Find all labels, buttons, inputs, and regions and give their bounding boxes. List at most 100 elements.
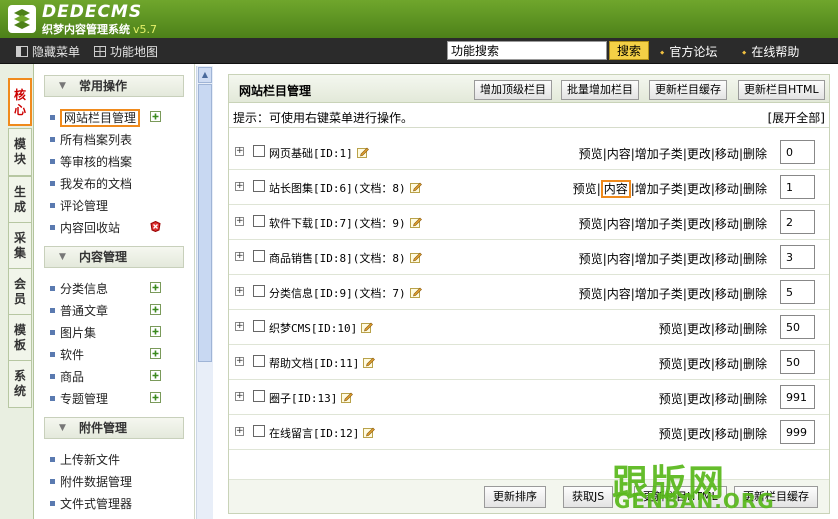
move-link[interactable]: 移动 bbox=[715, 357, 739, 371]
sort-order-input[interactable] bbox=[780, 385, 815, 409]
add-icon[interactable] bbox=[150, 392, 161, 403]
delete-link[interactable]: 删除 bbox=[743, 252, 767, 266]
preview-link[interactable]: 预览 bbox=[659, 392, 683, 406]
online-help-link[interactable]: ⬩ 在线帮助 bbox=[742, 43, 799, 60]
edit-link[interactable]: 更改 bbox=[687, 217, 711, 231]
content-link[interactable]: 内容 bbox=[607, 287, 631, 301]
move-link[interactable]: 移动 bbox=[715, 252, 739, 266]
menu-item-attachment-data[interactable]: 附件数据管理 bbox=[50, 473, 132, 490]
sort-order-input[interactable] bbox=[780, 140, 815, 164]
menu-item-pending-archives[interactable]: 等审核的档案 bbox=[50, 153, 132, 170]
sort-order-input[interactable] bbox=[780, 245, 815, 269]
edit-link[interactable]: 更改 bbox=[687, 322, 711, 336]
add-subcategory-link[interactable]: 增加子类 bbox=[635, 252, 683, 266]
tab-generate[interactable]: 生成 bbox=[8, 176, 32, 224]
menu-item-topics[interactable]: 专题管理 bbox=[50, 390, 108, 407]
edit-link[interactable]: 更改 bbox=[687, 427, 711, 441]
edit-icon[interactable] bbox=[341, 392, 354, 403]
move-link[interactable]: 移动 bbox=[715, 427, 739, 441]
category-name[interactable]: 商品销售[ID:8](文档：8) bbox=[269, 250, 422, 266]
add-top-category-button[interactable]: 增加顶级栏目 bbox=[474, 80, 552, 100]
preview-link[interactable]: 预览 bbox=[579, 147, 603, 161]
edit-link[interactable]: 更改 bbox=[687, 252, 711, 266]
row-checkbox[interactable] bbox=[253, 180, 265, 192]
menu-item-file-manager[interactable]: 文件式管理器 bbox=[50, 495, 132, 512]
edit-icon[interactable] bbox=[409, 182, 422, 193]
expand-plus-icon[interactable]: + bbox=[235, 427, 244, 436]
row-checkbox[interactable] bbox=[253, 215, 265, 227]
delete-link[interactable]: 删除 bbox=[743, 182, 767, 196]
add-icon[interactable] bbox=[150, 348, 161, 359]
move-link[interactable]: 移动 bbox=[715, 322, 739, 336]
sort-order-input[interactable] bbox=[780, 210, 815, 234]
menu-item-my-documents[interactable]: 我发布的文档 bbox=[50, 175, 132, 192]
update-category-html-button[interactable]: 更新栏目HTML bbox=[738, 80, 825, 100]
get-js-button[interactable]: 获取JS bbox=[563, 486, 614, 508]
edit-icon[interactable] bbox=[409, 217, 422, 228]
expand-plus-icon[interactable]: + bbox=[235, 182, 244, 191]
add-icon[interactable] bbox=[150, 111, 161, 122]
category-name[interactable]: 站长图集[ID:6](文档：8) bbox=[269, 180, 422, 196]
add-icon[interactable] bbox=[150, 370, 161, 381]
sidebar-scrollbar[interactable]: ▲ bbox=[196, 66, 213, 519]
move-link[interactable]: 移动 bbox=[715, 287, 739, 301]
move-link[interactable]: 移动 bbox=[715, 392, 739, 406]
category-name[interactable]: 网页基础[ID:1] bbox=[269, 145, 369, 161]
preview-link[interactable]: 预览 bbox=[659, 427, 683, 441]
update-sort-button[interactable]: 更新排序 bbox=[484, 486, 546, 508]
edit-icon[interactable] bbox=[356, 147, 369, 158]
menu-item-recycle-bin[interactable]: 内容回收站 bbox=[50, 219, 120, 236]
delete-link[interactable]: 删除 bbox=[743, 287, 767, 301]
clear-recycle-icon[interactable] bbox=[150, 221, 161, 232]
edit-link[interactable]: 更改 bbox=[687, 357, 711, 371]
menu-section-common[interactable]: ▼ 常用操作 bbox=[44, 75, 184, 97]
move-link[interactable]: 移动 bbox=[715, 147, 739, 161]
tab-members[interactable]: 会员 bbox=[8, 268, 32, 316]
sort-order-input[interactable] bbox=[780, 280, 815, 304]
tab-collect[interactable]: 采集 bbox=[8, 222, 32, 270]
menu-item-all-archives[interactable]: 所有档案列表 bbox=[50, 131, 132, 148]
add-icon[interactable] bbox=[150, 326, 161, 337]
batch-add-category-button[interactable]: 批量增加栏目 bbox=[561, 80, 639, 100]
category-name[interactable]: 分类信息[ID:9](文档：7) bbox=[269, 285, 422, 301]
menu-item-products[interactable]: 商品 bbox=[50, 368, 84, 385]
add-icon[interactable] bbox=[150, 304, 161, 315]
add-subcategory-link[interactable]: 增加子类 bbox=[635, 217, 683, 231]
expand-plus-icon[interactable]: + bbox=[235, 252, 244, 261]
edit-link[interactable]: 更改 bbox=[687, 182, 711, 196]
preview-link[interactable]: 预览 bbox=[579, 217, 603, 231]
scroll-thumb[interactable] bbox=[198, 84, 212, 362]
menu-item-upload-file[interactable]: 上传新文件 bbox=[50, 451, 120, 468]
delete-link[interactable]: 删除 bbox=[743, 427, 767, 441]
row-checkbox[interactable] bbox=[253, 320, 265, 332]
edit-icon[interactable] bbox=[363, 427, 376, 438]
row-checkbox[interactable] bbox=[253, 390, 265, 402]
delete-link[interactable]: 删除 bbox=[743, 217, 767, 231]
move-link[interactable]: 移动 bbox=[715, 217, 739, 231]
edit-icon[interactable] bbox=[363, 357, 376, 368]
menu-item-comments[interactable]: 评论管理 bbox=[50, 197, 108, 214]
footer-update-cache-button[interactable]: 更新栏目缓存 bbox=[734, 486, 818, 508]
function-map-button[interactable]: 功能地图 bbox=[94, 43, 158, 60]
footer-update-html-button[interactable]: 更新栏目HTML bbox=[634, 486, 727, 508]
preview-link[interactable]: 预览 bbox=[659, 322, 683, 336]
official-forum-link[interactable]: ⬩ 官方论坛 bbox=[660, 43, 717, 60]
tab-system[interactable]: 系统 bbox=[8, 360, 32, 408]
sort-order-input[interactable] bbox=[780, 420, 815, 444]
preview-link[interactable]: 预览 bbox=[579, 252, 603, 266]
row-checkbox[interactable] bbox=[253, 425, 265, 437]
expand-plus-icon[interactable]: + bbox=[235, 357, 244, 366]
category-name[interactable]: 圈子[ID:13] bbox=[269, 390, 354, 406]
sort-order-input[interactable] bbox=[780, 315, 815, 339]
update-category-cache-button[interactable]: 更新栏目缓存 bbox=[649, 80, 727, 100]
category-name[interactable]: 软件下载[ID:7](文档：9) bbox=[269, 215, 422, 231]
expand-plus-icon[interactable]: + bbox=[235, 322, 244, 331]
category-name[interactable]: 织梦CMS[ID:10] bbox=[269, 320, 374, 336]
add-subcategory-link[interactable]: 增加子类 bbox=[635, 182, 683, 196]
tab-core[interactable]: 核心 bbox=[8, 78, 32, 126]
scroll-up-arrow-icon[interactable]: ▲ bbox=[198, 67, 212, 83]
delete-link[interactable]: 删除 bbox=[743, 392, 767, 406]
tab-modules[interactable]: 模块 bbox=[8, 128, 32, 176]
expand-plus-icon[interactable]: + bbox=[235, 392, 244, 401]
expand-plus-icon[interactable]: + bbox=[235, 147, 244, 156]
